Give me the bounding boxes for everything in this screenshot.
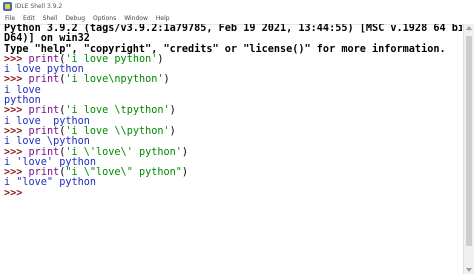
menu-debug[interactable]: Debug xyxy=(65,15,85,22)
scroll-down-arrow-icon[interactable] xyxy=(466,268,472,272)
menu-file[interactable]: File xyxy=(5,15,15,22)
menu-edit[interactable]: Edit xyxy=(23,15,35,22)
output-line: i love xyxy=(4,84,41,96)
paren-close: ) xyxy=(181,167,189,179)
idle-shell-window: IDLE Shell 3.9.2 File Edit Shell Debug O… xyxy=(0,0,474,278)
paren-close: ) xyxy=(157,53,164,65)
menu-window[interactable]: Window xyxy=(124,15,148,22)
paren-close: ) xyxy=(163,74,170,86)
menu-help[interactable]: Help xyxy=(156,15,170,22)
keyword: print xyxy=(28,74,60,86)
string-literal: 'i love\npython' xyxy=(65,74,164,86)
scroll-up-arrow-icon[interactable] xyxy=(466,26,472,30)
prompt: >>> xyxy=(4,146,23,158)
menu-options[interactable]: Options xyxy=(93,15,116,22)
scrollbar-thumb[interactable] xyxy=(466,36,472,246)
string-literal: 'i love \tpython' xyxy=(65,105,170,117)
prompt: >>> xyxy=(4,187,23,199)
string-literal: 'i \'love\' python' xyxy=(65,146,182,158)
prompt: >>> xyxy=(4,74,23,86)
current-prompt-line[interactable]: >>> xyxy=(4,187,462,199)
paren-close: ) xyxy=(181,146,189,158)
keyword: print xyxy=(28,146,60,158)
python-idle-icon xyxy=(3,2,12,11)
shell-text-area[interactable]: Python 3.9.2 (tags/v3.9.2:1a79785, Feb 1… xyxy=(4,24,462,274)
keyword: print xyxy=(28,105,60,117)
window-title: IDLE Shell 3.9.2 xyxy=(15,3,63,10)
menu-shell[interactable]: Shell xyxy=(43,15,58,22)
title-bar: IDLE Shell 3.9.2 xyxy=(0,0,474,13)
paren-close: ) xyxy=(169,105,176,117)
prompt: >>> xyxy=(4,105,23,117)
input-line: >>> print('i love\npython') xyxy=(4,75,462,85)
output-line: i "love" python xyxy=(4,177,97,189)
paren-close: ) xyxy=(169,125,176,137)
vertical-scrollbar[interactable] xyxy=(463,24,474,274)
